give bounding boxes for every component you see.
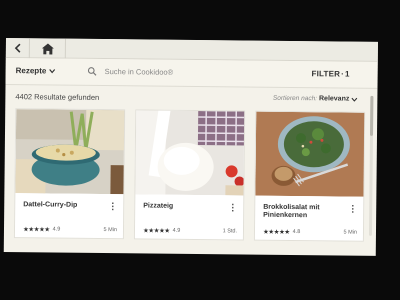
recipe-rating: ★★★★★ 4.9 (143, 226, 180, 234)
results-count: 4402 Resultate gefunden (15, 92, 100, 102)
sort-value: Relevanz (318, 95, 350, 103)
category-dropdown[interactable]: Rezepte (16, 66, 56, 75)
recipe-grid: Dattel-Curry-Dip ⋮ ★★★★★ 4.9 5 Min Pizza… (13, 108, 366, 252)
more-options-icon[interactable]: ⋮ (108, 201, 117, 211)
recipe-image (135, 110, 245, 196)
category-label: Rezepte (15, 66, 47, 76)
more-options-icon[interactable]: ⋮ (348, 204, 357, 214)
star-rating-icon: ★★★★★ (22, 226, 50, 234)
home-button[interactable] (29, 38, 66, 59)
search-icon[interactable] (87, 67, 97, 76)
rating-value: 4.9 (172, 227, 181, 234)
search-input[interactable]: Suche in Cookidoo® (105, 67, 174, 77)
recipe-time: 5 Min (343, 229, 358, 236)
star-rating-icon: ★★★★★ (142, 227, 170, 235)
rating-value: 4.9 (52, 226, 61, 233)
app-screen: Rezepte Suche in Cookidoo® FILTER·1 4402… (3, 38, 378, 256)
filter-label: FILTER (311, 69, 341, 79)
recipe-card[interactable]: Pizzateig ⋮ ★★★★★ 4.9 1 Std. (133, 109, 246, 241)
recipe-rating: ★★★★★ 4.9 (23, 225, 60, 233)
filter-button[interactable]: FILTER·1 (311, 69, 349, 78)
recipe-title: Brokkolisalat mit Pinienkernen (263, 203, 320, 220)
sort-prefix: Sortieren nach: (272, 94, 318, 103)
home-icon (41, 42, 54, 54)
scrollbar-thumb[interactable] (369, 95, 374, 136)
rating-value: 4.8 (292, 229, 301, 236)
sort-dropdown[interactable]: Sortieren nach: Relevanz (273, 95, 358, 103)
recipe-time: 5 Min (103, 227, 118, 234)
back-button[interactable] (5, 38, 30, 59)
star-rating-icon: ★★★★★ (262, 228, 290, 236)
more-options-icon[interactable]: ⋮ (228, 202, 237, 212)
recipe-image (15, 109, 125, 195)
chevron-left-icon (14, 43, 20, 53)
filter-bar: Rezepte Suche in Cookidoo® FILTER·1 (5, 57, 378, 89)
recipe-card[interactable]: Brokkolisalat mit Pinienkernen ⋮ ★★★★★ 4… (253, 110, 366, 242)
recipe-time: 1 Std. (222, 228, 238, 235)
chevron-down-icon (48, 69, 55, 74)
recipe-card[interactable]: Dattel-Curry-Dip ⋮ ★★★★★ 4.9 5 Min (13, 108, 126, 240)
recipe-title: Dattel-Curry-Dip (23, 201, 78, 209)
chevron-down-icon (351, 97, 358, 102)
filter-count: 1 (344, 69, 350, 79)
recipe-title: Pizzateig (143, 202, 174, 210)
recipe-rating: ★★★★★ 4.8 (263, 228, 300, 236)
recipe-image (255, 111, 365, 197)
